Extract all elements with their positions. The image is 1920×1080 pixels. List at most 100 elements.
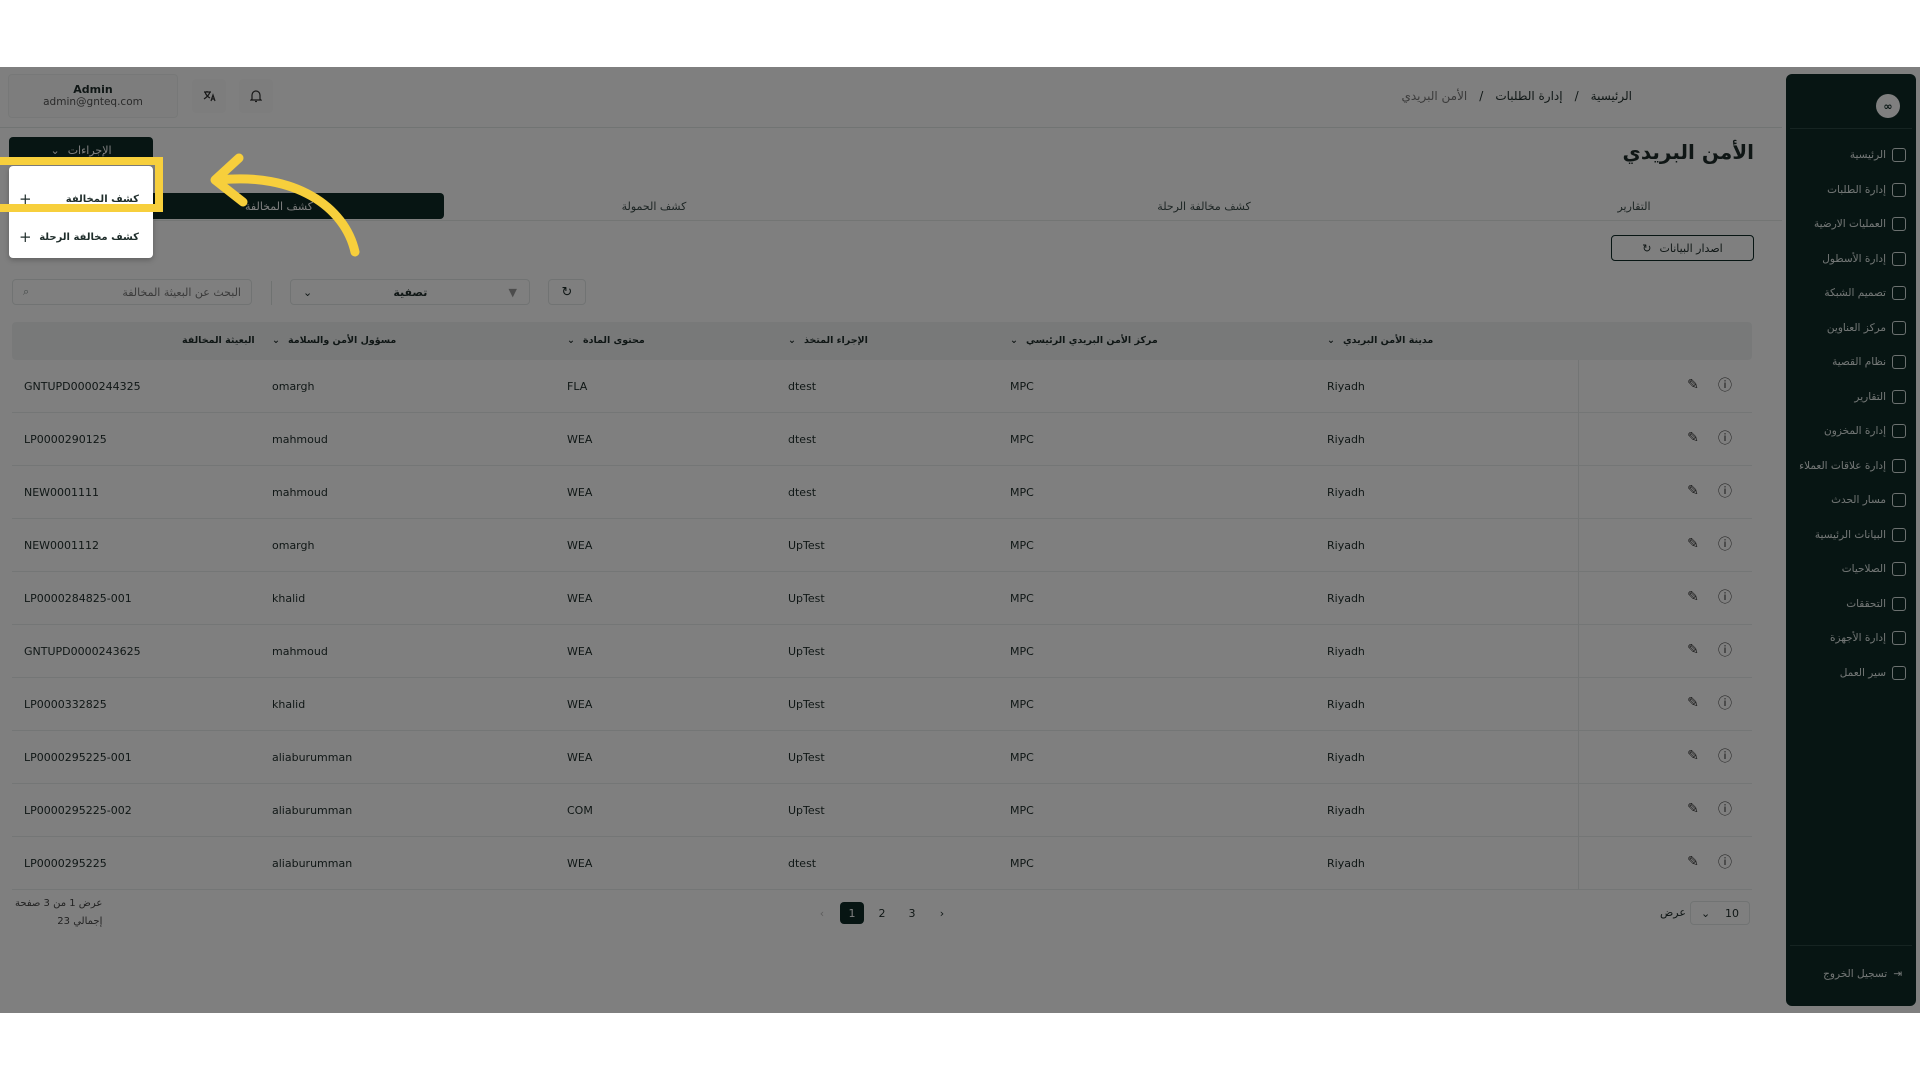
column-header-city[interactable]: مدينة الأمن البريدي ⌄ <box>1327 335 1433 346</box>
column-header-content[interactable]: محتوى المادة ⌄ <box>567 335 645 346</box>
user-card[interactable]: Admin admin@gnteq.com <box>8 74 178 118</box>
per-page-select[interactable]: ⌄ 10 <box>1690 901 1750 925</box>
sidebar-item[interactable]: إدارة الأجهزة <box>1786 621 1916 656</box>
sidebar-item-label: إدارة الأسطول <box>1822 252 1886 265</box>
divider <box>1578 466 1579 519</box>
edit-icon[interactable]: ✎ <box>1684 747 1702 765</box>
sidebar-item[interactable]: تصميم الشبكة <box>1786 276 1916 311</box>
per-page-value: 10 <box>1725 906 1739 920</box>
logout-button[interactable]: ⇥ تسجيل الخروج <box>1786 968 1916 980</box>
info-icon[interactable]: ⓘ <box>1716 800 1734 818</box>
bell-icon[interactable] <box>239 79 273 113</box>
tab-reports[interactable]: التقارير <box>1534 193 1734 219</box>
info-icon[interactable]: ⓘ <box>1716 482 1734 500</box>
column-header-action[interactable]: الإجراء المتخذ ⌄ <box>788 335 868 346</box>
edit-icon[interactable]: ✎ <box>1684 429 1702 447</box>
chevron-down-icon: ⌄ <box>1327 335 1335 346</box>
breadcrumb-home[interactable]: الرئيسية <box>1591 89 1632 103</box>
cell-item: LP0000284825-001 <box>24 592 132 605</box>
cell-officer: mahmoud <box>272 645 328 658</box>
page-info: عرض 1 من 3 صفحة إجمالي 23 <box>15 898 103 927</box>
cell-city: Riyadh <box>1327 751 1365 764</box>
breadcrumb: الرئيسية / إدارة الطلبات / الأمن البريدي <box>1401 89 1632 103</box>
sidebar-item-label: التقارير <box>1854 390 1886 403</box>
breadcrumb-current: الأمن البريدي <box>1401 89 1468 103</box>
cell-action: dtest <box>788 857 817 870</box>
chevron-right-icon[interactable]: › <box>930 902 954 924</box>
info-icon[interactable]: ⓘ <box>1716 747 1734 765</box>
sidebar-item[interactable]: التحققات <box>1786 587 1916 622</box>
nav-icon <box>1892 527 1906 542</box>
nav-icon <box>1892 424 1906 439</box>
info-icon[interactable]: ⓘ <box>1716 694 1734 712</box>
edit-icon[interactable]: ✎ <box>1684 800 1702 818</box>
sidebar-item[interactable]: إدارة الطلبات <box>1786 173 1916 208</box>
info-icon[interactable]: ⓘ <box>1716 376 1734 394</box>
refresh-button[interactable]: ↻ <box>548 279 586 305</box>
chevron-left-icon[interactable]: ‹ <box>810 902 834 924</box>
cell-item: LP0000290125 <box>24 433 107 446</box>
sidebar-item[interactable]: سير العمل <box>1786 656 1916 691</box>
sidebar-item[interactable]: إدارة الأسطول <box>1786 242 1916 277</box>
sidebar-item[interactable]: الصلاحيات <box>1786 552 1916 587</box>
info-icon[interactable]: ⓘ <box>1716 853 1734 871</box>
divider <box>1578 784 1579 837</box>
cell-action: dtest <box>788 486 817 499</box>
info-icon[interactable]: ⓘ <box>1716 588 1734 606</box>
cell-item: LP0000332825 <box>24 698 107 711</box>
nav-icon <box>1892 458 1906 473</box>
cell-officer: aliaburumman <box>272 857 353 870</box>
info-icon[interactable]: ⓘ <box>1716 429 1734 447</box>
search-input[interactable] <box>37 285 241 299</box>
sidebar-item[interactable]: مركز العناوين <box>1786 311 1916 346</box>
cell-officer: aliaburumman <box>272 804 353 817</box>
edit-icon[interactable]: ✎ <box>1684 482 1702 500</box>
plus-icon: + <box>19 228 32 246</box>
cell-officer: omargh <box>272 539 315 552</box>
chevron-down-icon: ⌄ <box>567 335 575 346</box>
edit-icon[interactable]: ✎ <box>1684 853 1702 871</box>
tab-load[interactable]: كشف الحمولة <box>554 193 754 219</box>
column-header-officer[interactable]: مسؤول الأمن والسلامة ⌄ <box>272 335 396 346</box>
cell-content: COM <box>567 804 593 817</box>
edit-icon[interactable]: ✎ <box>1684 641 1702 659</box>
breadcrumb-section[interactable]: إدارة الطلبات <box>1495 89 1562 103</box>
export-button[interactable]: اصدار البيانات ↻ <box>1611 235 1754 261</box>
cell-content: WEA <box>567 698 593 711</box>
sidebar-item[interactable]: العمليات الارضية <box>1786 207 1916 242</box>
divider <box>1578 731 1579 784</box>
sidebar-item[interactable]: نظام القصية <box>1786 345 1916 380</box>
menu-item-trip-violation[interactable]: + كشف مخالفة الرحلة <box>9 222 153 252</box>
nav-icon <box>1892 148 1906 163</box>
user-name: Admin <box>73 83 113 96</box>
page-button[interactable]: 1 <box>840 902 864 924</box>
info-icon[interactable]: ⓘ <box>1716 535 1734 553</box>
edit-icon[interactable]: ✎ <box>1684 588 1702 606</box>
logout-icon: ⇥ <box>1893 968 1902 980</box>
cell-center: MPC <box>1010 857 1034 870</box>
edit-icon[interactable]: ✎ <box>1684 376 1702 394</box>
sidebar-item[interactable]: البيانات الرئيسية <box>1786 518 1916 553</box>
sidebar-item[interactable]: إدارة المخزون <box>1786 414 1916 449</box>
sidebar-item-label: الرئيسية <box>1849 149 1886 162</box>
sidebar-item[interactable]: إدارة علاقات العملاء <box>1786 449 1916 484</box>
sidebar-item[interactable]: مسار الحدث <box>1786 483 1916 518</box>
search-box[interactable]: ⌕ <box>12 279 252 305</box>
edit-icon[interactable]: ✎ <box>1684 535 1702 553</box>
tab-trip-violation[interactable]: كشف مخالفة الرحلة <box>1054 193 1354 219</box>
sidebar-item-label: مركز العناوين <box>1826 321 1886 334</box>
page-button[interactable]: 2 <box>870 902 894 924</box>
nav-icon <box>1892 182 1906 197</box>
column-header-center[interactable]: مركز الأمن البريدي الرئيسي ⌄ <box>1010 335 1158 346</box>
sidebar-item[interactable]: التقارير <box>1786 380 1916 415</box>
edit-icon[interactable]: ✎ <box>1684 694 1702 712</box>
sidebar-item[interactable]: الرئيسية <box>1786 138 1916 173</box>
page-button[interactable]: 3 <box>900 902 924 924</box>
translate-icon[interactable] <box>192 79 226 113</box>
filter-select[interactable]: ⌄ تصفية ▼ <box>290 279 530 305</box>
column-header-item[interactable]: البعيثة المخالفة <box>182 335 255 346</box>
sidebar-item-label: نظام القصية <box>1832 356 1886 369</box>
info-icon[interactable]: ⓘ <box>1716 641 1734 659</box>
nav-icon <box>1892 493 1906 508</box>
cell-center: MPC <box>1010 645 1034 658</box>
